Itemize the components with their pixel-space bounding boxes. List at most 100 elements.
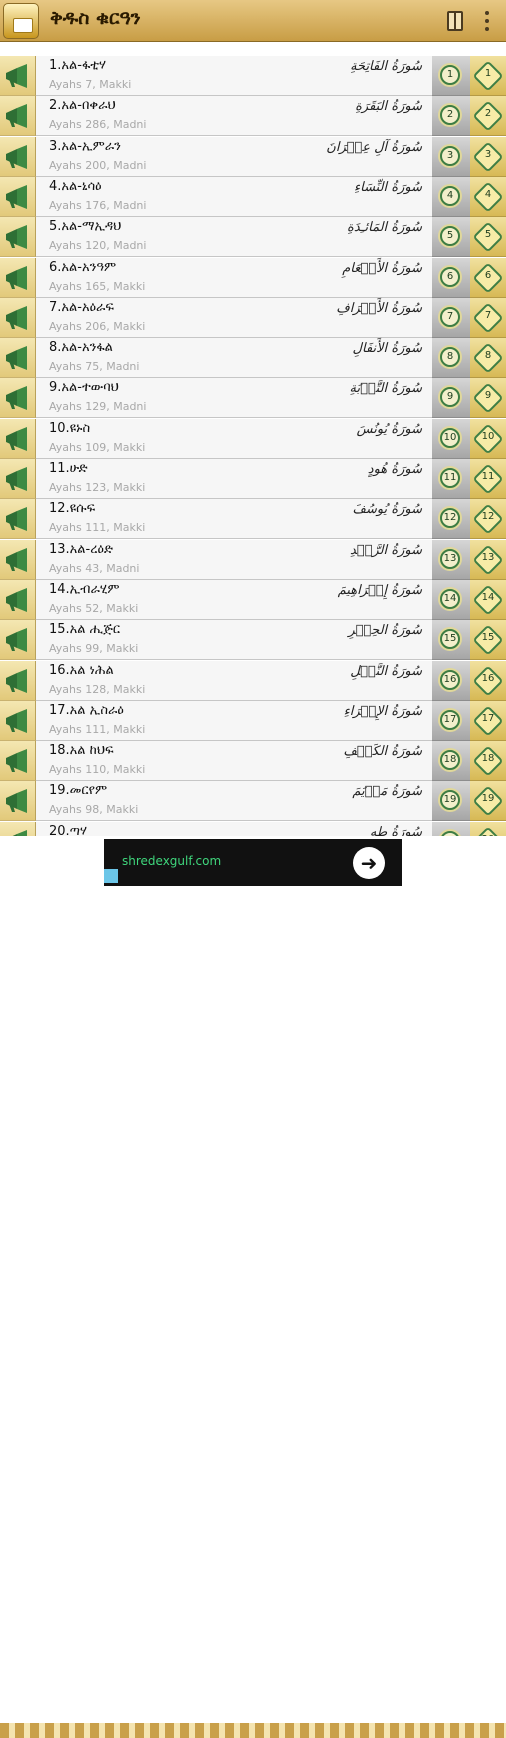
list-item[interactable]: 3.አል-ኢምራን Ayahs 200, Madni سُورَةُ آلِ عِم… [0,137,506,177]
surah-meta: Ayahs 7, Makki [49,78,132,91]
surah-number-ring: 12 [440,508,460,528]
surah-number-ring: 16 [440,670,460,690]
megaphone-icon[interactable] [0,661,36,701]
surah-info[interactable]: 10.ዩኑስ Ayahs 109, Makki سُورَةُ يُونُسَ [36,419,432,459]
list-item[interactable]: 10.ዩኑስ Ayahs 109, Makki سُورَةُ يُونُسَ 10 1… [0,419,506,459]
surah-number-ring: 20 [440,831,460,836]
surah-number-badge: 17 [470,701,506,741]
surah-meta: Ayahs 111, Makki [49,723,146,736]
surah-number-medallion: 10 [432,419,470,459]
surah-info[interactable]: 11.ሁድ Ayahs 123, Makki سُورَةُ هُودٍ [36,459,432,499]
surah-meta: Ayahs 128, Makki [49,683,146,696]
megaphone-icon[interactable] [0,338,36,378]
list-item[interactable]: 7.አል-አዕራፍ Ayahs 206, Makki سُورَةُ الأَعۡر… [0,298,506,338]
megaphone-icon[interactable] [0,499,36,539]
surah-number-ring: 19 [440,790,460,810]
surah-title: 20.ጣሃ [49,824,87,836]
megaphone-icon[interactable] [0,580,36,620]
ad-url[interactable]: shredexgulf.com [122,854,221,868]
surah-title: 18.አል ከህፍ [49,743,114,758]
megaphone-icon[interactable] [0,459,36,499]
surah-number-badge: 15 [470,620,506,660]
list-item[interactable]: 8.አል-አንፋል Ayahs 75, Madni سُورَةُ الأَنفَا… [0,338,506,378]
megaphone-icon[interactable] [0,298,36,338]
list-item[interactable]: 14.ኢብራሂም Ayahs 52, Makki سُورَةُ إِبۡرَاهِ… [0,580,506,620]
surah-info[interactable]: 7.አል-አዕራፍ Ayahs 206, Makki سُورَةُ الأَعۡر… [36,298,432,338]
list-item[interactable]: 12.ዩሱፍ Ayahs 111, Makki سُورَةُ يُوسُفَ 12 1… [0,499,506,539]
megaphone-icon[interactable] [0,177,36,217]
surah-info[interactable]: 12.ዩሱፍ Ayahs 111, Makki سُورَةُ يُوسُفَ [36,499,432,539]
megaphone-icon[interactable] [0,741,36,781]
list-item[interactable]: 1.አል-ፋቲሃ Ayahs 7, Makki سُورَةُ الفَاتِحَة… [0,56,506,96]
surah-title: 1.አል-ፋቲሃ [49,58,106,73]
surah-info[interactable]: 8.አል-አንፋል Ayahs 75, Madni سُورَةُ الأَنفَا… [36,338,432,378]
surah-info[interactable]: 14.ኢብራሂም Ayahs 52, Makki سُورَةُ إِبۡرَاهِ… [36,580,432,620]
megaphone-icon[interactable] [0,781,36,821]
surah-number-medallion: 15 [432,620,470,660]
bookmark-icon[interactable] [447,11,463,31]
megaphone-icon[interactable] [0,378,36,418]
surah-info[interactable]: 18.አል ከህፍ Ayahs 110, Makki سُورَةُ الكَهۡف… [36,741,432,781]
megaphone-icon[interactable] [0,258,36,298]
list-item[interactable]: 11.ሁድ Ayahs 123, Makki سُورَةُ هُودٍ 11 11 [0,459,506,499]
megaphone-icon[interactable] [0,137,36,177]
surah-info[interactable]: 9.አል-ተውባህ Ayahs 129, Madni سُورَةُ التَّوۡ… [36,378,432,418]
surah-info[interactable]: 15.አል ሒጅር Ayahs 99, Makki سُورَةُ الحِجۡرِ [36,620,432,660]
list-item[interactable]: 2.አል-በቀራህ Ayahs 286, Madni سُورَةُ البَقَر… [0,96,506,136]
surah-number-ring: 9 [440,387,460,407]
list-item[interactable]: 15.አል ሒጅር Ayahs 99, Makki سُورَةُ الحِجۡرِ… [0,620,506,660]
surah-info[interactable]: 3.አል-ኢምራን Ayahs 200, Madni سُورَةُ آلِ عِم… [36,137,432,177]
surah-info[interactable]: 19.መርየም Ayahs 98, Makki سُورَةُ مَرۡيَمَ [36,781,432,821]
surah-number-badge: 11 [470,459,506,499]
surah-info[interactable]: 17.አል ኢስራዕ Ayahs 111, Makki سُورَةُ الإِسۡ… [36,701,432,741]
surah-number-badge-label: 16 [481,673,495,684]
surah-info[interactable]: 4.አል-ኒሳዕ Ayahs 176, Madni سُورَةُ النِّسَا… [36,177,432,217]
ad-banner[interactable]: shredexgulf.com ➜ [104,839,402,886]
surah-info[interactable]: 20.ጣሃ سُورَةُ طه [36,822,432,836]
surah-meta: Ayahs 286, Madni [49,118,147,131]
list-item[interactable]: 16.አል ነሕል Ayahs 128, Makki سُورَةُ النَّحۡ… [0,661,506,701]
megaphone-icon[interactable] [0,540,36,580]
surah-info[interactable]: 2.አል-በቀራህ Ayahs 286, Madni سُورَةُ البَقَر… [36,96,432,136]
surah-meta: Ayahs 52, Makki [49,602,139,615]
surah-arabic-name: سُورَةُ المَائـِدَةِ [347,220,422,235]
list-item[interactable]: 9.አል-ተውባህ Ayahs 129, Madni سُورَةُ التَّوۡ… [0,378,506,418]
ad-info-icon[interactable] [104,869,118,883]
surah-number-badge-label: 11 [481,471,495,482]
surah-number-badge-label: 5 [484,229,492,240]
surah-arabic-name: سُورَةُ طه [369,825,422,836]
megaphone-icon[interactable] [0,419,36,459]
overflow-menu-icon[interactable] [484,11,490,31]
surah-info[interactable]: 5.አል-ማኢዳህ Ayahs 120, Madni سُورَةُ المَائـ… [36,217,432,257]
surah-arabic-name: سُورَةُ النِّسَاءِ [354,180,422,195]
list-item[interactable]: 6.አል-አንዓም Ayahs 165, Makki سُورَةُ الأَنۡع… [0,258,506,298]
megaphone-icon[interactable] [0,822,36,836]
megaphone-icon[interactable] [0,620,36,660]
list-item[interactable]: 17.አል ኢስራዕ Ayahs 111, Makki سُورَةُ الإِسۡ… [0,701,506,741]
megaphone-icon[interactable] [0,701,36,741]
surah-number-badge-label: 14 [481,592,495,603]
surah-meta: Ayahs 75, Madni [49,360,140,373]
megaphone-icon[interactable] [0,217,36,257]
list-item[interactable]: 18.አል ከህፍ Ayahs 110, Makki سُورَةُ الكَهۡف… [0,741,506,781]
megaphone-icon[interactable] [0,96,36,136]
surah-info[interactable]: 6.አል-አንዓም Ayahs 165, Makki سُورَةُ الأَنۡع… [36,258,432,298]
list-item[interactable]: 5.አል-ማኢዳህ Ayahs 120, Madni سُورَةُ المَائـ… [0,217,506,257]
surah-number-badge: 14 [470,580,506,620]
list-item[interactable]: 4.አል-ኒሳዕ Ayahs 176, Madni سُورَةُ النِّسَا… [0,177,506,217]
surah-info[interactable]: 13.አል-ረዕድ Ayahs 43, Madni سُورَةُ الرَّعۡد… [36,540,432,580]
surah-number-ring: 1 [440,65,460,85]
surah-number-ring: 7 [440,307,460,327]
surah-title: 17.አል ኢስራዕ [49,703,124,718]
ad-go-button[interactable]: ➜ [353,847,385,879]
surah-list[interactable]: 1.አል-ፋቲሃ Ayahs 7, Makki سُورَةُ الفَاتِحَة… [0,56,506,836]
list-item[interactable]: 13.አል-ረዕድ Ayahs 43, Madni سُورَةُ الرَّعۡد… [0,540,506,580]
list-item[interactable]: 20.ጣሃ سُورَةُ طه 20 20 [0,822,506,836]
surah-number-medallion: 2 [432,96,470,136]
surah-info[interactable]: 16.አል ነሕል Ayahs 128, Makki سُورَةُ النَّحۡ… [36,661,432,701]
surah-number-medallion: 6 [432,258,470,298]
megaphone-icon[interactable] [0,56,36,96]
list-item[interactable]: 19.መርየም Ayahs 98, Makki سُورَةُ مَرۡيَمَ 19… [0,781,506,821]
surah-arabic-name: سُورَةُ النَّحۡلِ [350,664,422,679]
surah-info[interactable]: 1.አል-ፋቲሃ Ayahs 7, Makki سُورَةُ الفَاتِحَة… [36,56,432,96]
